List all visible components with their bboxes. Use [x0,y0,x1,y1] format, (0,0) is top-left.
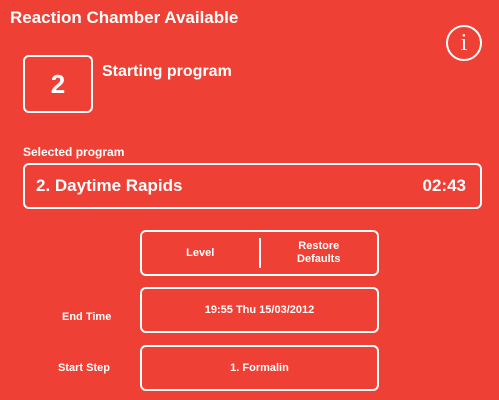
selected-program-label: Selected program [23,145,125,159]
level-restore-button-group: Level Restore Defaults [140,230,379,276]
selected-program-button[interactable]: 2. Daytime Rapids 02:43 [23,163,482,209]
start-step-button[interactable]: 1. Formalin [140,345,379,391]
screen-title: Reaction Chamber Available [10,8,239,27]
restore-defaults-button[interactable]: Restore Defaults [261,232,378,274]
program-status: Starting program [102,63,232,80]
end-time-button[interactable]: 19:55 Thu 15/03/2012 [140,287,379,333]
end-time-value: 19:55 Thu 15/03/2012 [204,304,315,316]
start-step-label: Start Step [58,362,110,374]
info-button[interactable]: i [446,25,482,61]
restore-defaults-label: Restore Defaults [297,240,341,265]
level-button[interactable]: Level [142,232,259,274]
start-step-value: 1. Formalin [230,362,289,374]
program-duration: 02:43 [422,176,466,195]
end-time-label: End Time [62,311,112,323]
chamber-number-box: 2 [23,55,93,113]
info-icon: i [460,30,468,56]
program-name: 2. Daytime Rapids [36,176,183,195]
level-button-label: Level [186,246,215,259]
